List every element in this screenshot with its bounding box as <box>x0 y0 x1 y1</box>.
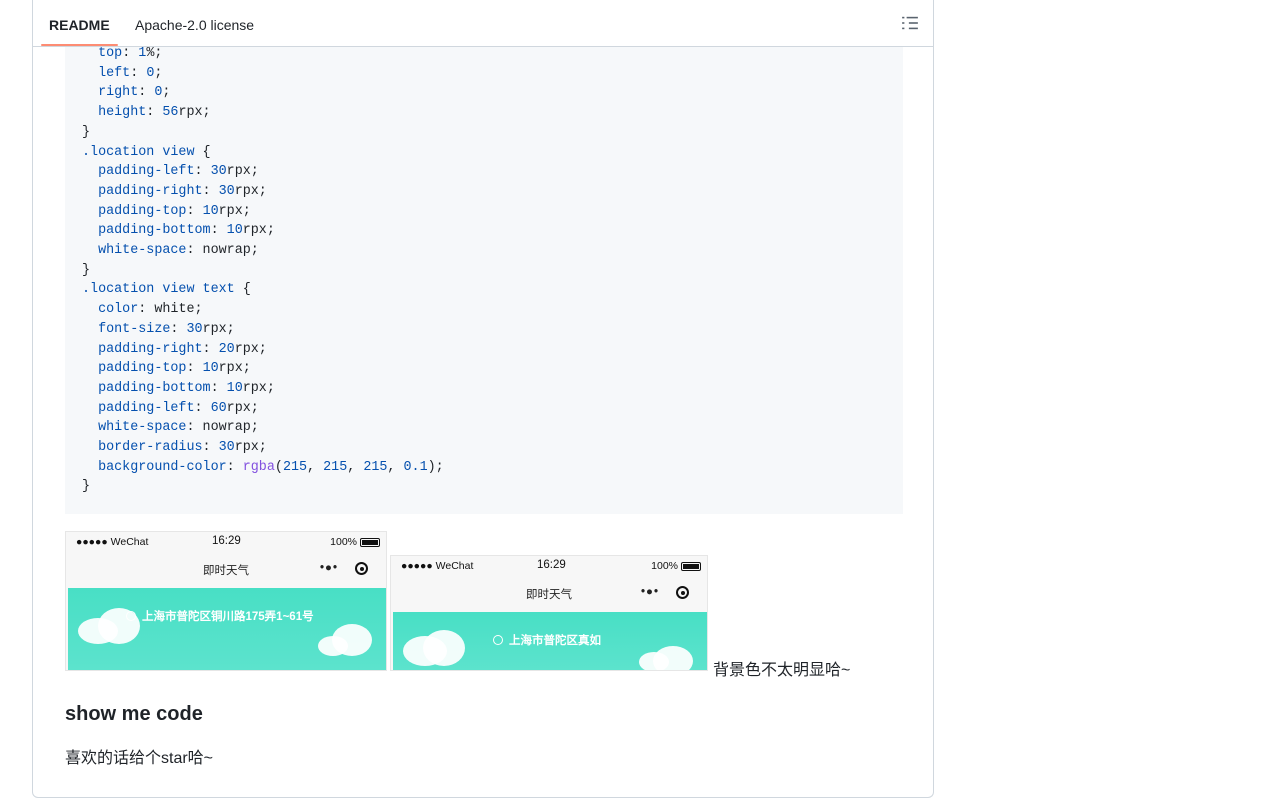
outline-list-icon[interactable] <box>901 14 919 32</box>
status-time: 16:29 <box>212 535 241 547</box>
cloud-icon <box>98 608 140 644</box>
outline-list-icon-svg <box>902 16 918 30</box>
location-label: 上海市普陀区真如 <box>493 632 601 648</box>
signal-text: ●●●●● WeChat <box>401 560 474 572</box>
wechat-screenshot-1: ●●●●● WeChat 16:29 100% 即时天气 •●• 上海市普陀区铜… <box>65 531 387 671</box>
more-dots-icon: •●• <box>320 562 338 574</box>
location-text: 上海市普陀区铜川路175弄1~61号 <box>142 611 314 623</box>
wechat-screenshot-2: ●●●●● WeChat 16:29 100% 即时天气 •●• 上海市普陀区真… <box>390 555 708 671</box>
section-heading: show me code <box>65 703 203 725</box>
signal-text: ●●●●● WeChat <box>76 536 149 548</box>
cloud-icon <box>423 630 465 666</box>
battery-icon <box>681 561 701 571</box>
weather-sky: 上海市普陀区铜川路175弄1~61号 <box>68 588 386 670</box>
readme-tab-bar: README Apache-2.0 license <box>33 0 933 47</box>
mini-program-navbar: 即时天气 •●• <box>66 554 386 588</box>
navbar-title: 即时天气 <box>526 589 572 601</box>
close-record-icon <box>355 562 368 575</box>
code-content: top: 1%; left: 0; right: 0; height: 56rp… <box>82 47 444 495</box>
weather-sky: 上海市普陀区真如 <box>393 612 707 670</box>
location-label: 上海市普陀区铜川路175弄1~61号 <box>126 608 314 624</box>
tab-readme[interactable]: README <box>41 16 118 46</box>
status-bar: ●●●●● WeChat 16:29 100% <box>66 532 386 554</box>
battery-status: 100% <box>330 536 380 548</box>
more-dots-icon: •●• <box>641 586 659 598</box>
battery-text: 100% <box>330 536 357 548</box>
cloud-icon <box>653 646 693 670</box>
tab-license[interactable]: Apache-2.0 license <box>135 16 254 46</box>
battery-icon <box>360 537 380 547</box>
status-time: 16:29 <box>537 559 566 571</box>
cloud-icon <box>332 624 372 656</box>
battery-text: 100% <box>651 560 678 572</box>
css-code-block: top: 1%; left: 0; right: 0; height: 56rp… <box>65 47 903 514</box>
status-bar: ●●●●● WeChat 16:29 100% <box>391 556 707 578</box>
location-pin-icon <box>493 635 503 645</box>
section-paragraph: 喜欢的话给个star哈~ <box>65 750 214 767</box>
location-text: 上海市普陀区真如 <box>509 635 601 647</box>
battery-status: 100% <box>651 560 701 572</box>
mini-program-navbar: 即时天气 •●• <box>391 578 707 612</box>
close-record-icon <box>676 586 689 599</box>
image-caption: 背景色不太明显哈~ <box>713 662 851 679</box>
navbar-title: 即时天气 <box>203 565 249 577</box>
